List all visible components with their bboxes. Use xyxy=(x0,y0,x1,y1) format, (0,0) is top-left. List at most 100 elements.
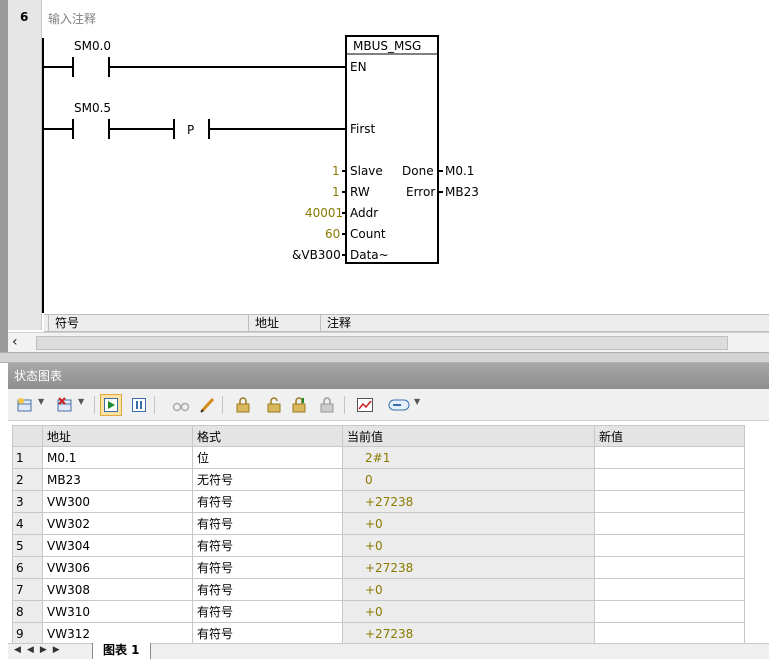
address-cell[interactable]: VW304 xyxy=(42,534,193,557)
format-cell[interactable]: 有符号 xyxy=(192,622,343,645)
value-data[interactable]: &VB300 xyxy=(292,248,341,262)
address-cell[interactable]: VW310 xyxy=(42,600,193,623)
format-cell[interactable]: 有符号 xyxy=(192,556,343,579)
delete-dropdown-icon[interactable]: ▼ xyxy=(78,397,84,406)
row-number[interactable]: 1 xyxy=(12,446,43,469)
scroll-thumb[interactable] xyxy=(36,336,728,350)
row-number[interactable]: 3 xyxy=(12,490,43,513)
current-value-header[interactable]: 当前值 xyxy=(342,425,595,447)
pin-data: Data~ xyxy=(350,248,389,262)
format-cell[interactable]: 有符号 xyxy=(192,600,343,623)
row-number[interactable]: 9 xyxy=(12,622,43,645)
current-value-cell: +0 xyxy=(342,578,595,601)
value-count[interactable]: 60 xyxy=(325,227,340,241)
new-value-cell[interactable] xyxy=(594,446,745,469)
row-number[interactable]: 6 xyxy=(12,556,43,579)
tooltip-toggle-icon[interactable] xyxy=(386,396,412,414)
current-value-cell: +0 xyxy=(342,600,595,623)
table-row[interactable]: 5 VW304 有符号 +0 xyxy=(12,534,745,557)
insert-dropdown-icon[interactable]: ▼ xyxy=(38,397,44,406)
table-row[interactable]: 2 MB23 无符号 0 xyxy=(12,468,745,491)
row-number[interactable]: 2 xyxy=(12,468,43,491)
format-cell[interactable]: 无符号 xyxy=(192,468,343,491)
value-error[interactable]: MB23 xyxy=(445,185,479,199)
format-cell[interactable]: 有符号 xyxy=(192,512,343,535)
unforce-all-icon[interactable] xyxy=(290,396,308,414)
pane-splitter[interactable] xyxy=(0,352,769,363)
address-cell[interactable]: VW306 xyxy=(42,556,193,579)
block-title[interactable]: MBUS_MSG xyxy=(353,39,421,53)
table-row[interactable]: 7 VW308 有符号 +0 xyxy=(12,578,745,601)
new-value-header[interactable]: 新值 xyxy=(594,425,745,447)
row-number-header[interactable] xyxy=(12,425,43,447)
unforce-icon[interactable] xyxy=(264,396,282,414)
format-header[interactable]: 格式 xyxy=(192,425,343,447)
address-column[interactable]: 地址 xyxy=(248,315,320,332)
value-addr[interactable]: 40001 xyxy=(305,206,343,220)
delete-row-icon[interactable] xyxy=(56,396,74,414)
row-number[interactable]: 5 xyxy=(12,534,43,557)
symbol-column[interactable]: 符号 xyxy=(48,315,248,332)
table-row[interactable]: 6 VW306 有符号 +27238 xyxy=(12,556,745,579)
table-header-row: 地址 格式 当前值 新值 xyxy=(12,425,745,447)
pin-en: EN xyxy=(350,60,367,74)
address-cell[interactable]: VW308 xyxy=(42,578,193,601)
new-value-cell[interactable] xyxy=(594,468,745,491)
table-row[interactable]: 4 VW302 有符号 +0 xyxy=(12,512,745,535)
glasses-icon[interactable] xyxy=(172,396,190,414)
pin-addr: Addr xyxy=(350,206,378,220)
contact-sm00-label[interactable]: SM0.0 xyxy=(74,39,111,53)
address-header[interactable]: 地址 xyxy=(42,425,193,447)
scroll-left-icon[interactable]: ‹ xyxy=(12,334,18,350)
row-number[interactable]: 7 xyxy=(12,578,43,601)
value-rw[interactable]: 1 xyxy=(332,185,340,199)
read-forced-icon[interactable] xyxy=(318,396,336,414)
address-cell[interactable]: VW300 xyxy=(42,490,193,513)
start-monitoring-icon[interactable] xyxy=(100,394,122,416)
format-cell[interactable]: 有符号 xyxy=(192,534,343,557)
current-value-cell: +27238 xyxy=(342,622,595,645)
new-value-cell[interactable] xyxy=(594,622,745,645)
horizontal-scrollbar[interactable]: ‹ xyxy=(8,332,769,352)
address-cell[interactable]: VW302 xyxy=(42,512,193,535)
table-row[interactable]: 9 VW312 有符号 +27238 xyxy=(12,622,745,645)
value-done[interactable]: M0.1 xyxy=(445,164,474,178)
value-slave[interactable]: 1 xyxy=(332,164,340,178)
write-pencil-icon[interactable] xyxy=(198,396,216,414)
format-cell[interactable]: 位 xyxy=(192,446,343,469)
new-value-cell[interactable] xyxy=(594,534,745,557)
address-cell[interactable]: M0.1 xyxy=(42,446,193,469)
address-cell[interactable]: MB23 xyxy=(42,468,193,491)
new-value-cell[interactable] xyxy=(594,600,745,623)
pin-first: First xyxy=(350,122,376,136)
current-value-cell: +0 xyxy=(342,534,595,557)
new-value-cell[interactable] xyxy=(594,490,745,513)
symbol-table-header: 符号 地址 注释 xyxy=(44,314,769,332)
table-row[interactable]: 3 VW300 有符号 +27238 xyxy=(12,490,745,513)
sheet-tab-chart-1[interactable]: 图表 1 xyxy=(92,643,151,659)
row-number[interactable]: 8 xyxy=(12,600,43,623)
format-cell[interactable]: 有符号 xyxy=(192,490,343,513)
contact-sm05-label[interactable]: SM0.5 xyxy=(74,101,111,115)
row-number[interactable]: 4 xyxy=(12,512,43,535)
current-value-cell: 0 xyxy=(342,468,595,491)
sheet-nav-arrows-icon[interactable]: ◀◀▶▶ xyxy=(14,645,66,655)
new-value-cell[interactable] xyxy=(594,512,745,535)
format-cell[interactable]: 有符号 xyxy=(192,578,343,601)
table-row[interactable]: 8 VW310 有符号 +0 xyxy=(12,600,745,623)
new-value-cell[interactable] xyxy=(594,556,745,579)
force-lock-icon[interactable] xyxy=(234,396,252,414)
table-row[interactable]: 1 M0.1 位 2#1 xyxy=(12,446,745,469)
new-value-cell[interactable] xyxy=(594,578,745,601)
tooltip-dropdown-icon[interactable]: ▼ xyxy=(414,397,420,406)
edge-p-label: P xyxy=(187,123,194,137)
insert-row-icon[interactable] xyxy=(16,396,34,414)
pin-error: Error xyxy=(406,185,435,199)
pause-icon[interactable] xyxy=(130,396,148,414)
current-value-cell: +27238 xyxy=(342,556,595,579)
trend-view-icon[interactable] xyxy=(356,396,374,414)
ladder-editor: 6 输入注释 SM0.0 SM0.5 P MBUS_MSG EN First S… xyxy=(0,0,769,355)
address-cell[interactable]: VW312 xyxy=(42,622,193,645)
sheet-tab-bar: ◀◀▶▶ 图表 1 xyxy=(8,643,769,659)
comment-column[interactable]: 注释 xyxy=(320,315,769,332)
